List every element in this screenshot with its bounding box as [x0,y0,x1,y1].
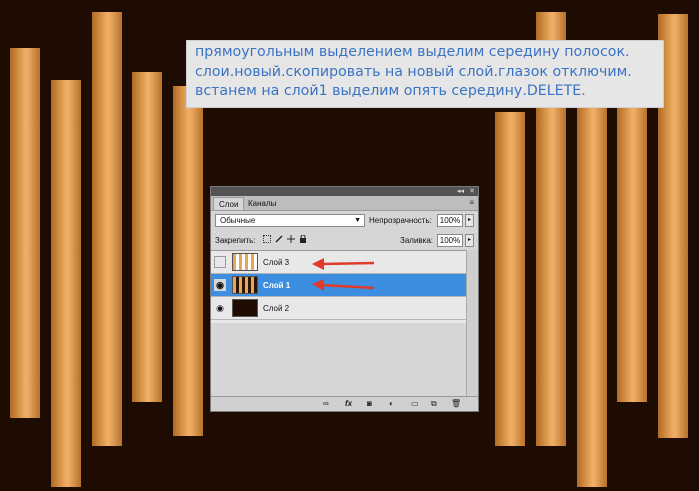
lock-row: Закрепить: Заливка: 100% ▸ [211,232,478,250]
layer-row[interactable]: ◉ Слой 2 [211,297,466,320]
panel-titlebar[interactable]: ◂◂ ✕ [211,187,478,196]
trash-icon[interactable]: 🗑 [451,399,461,409]
stripe [495,112,525,446]
lock-label: Закрепить: [215,236,256,245]
note-line: встанем на слой1 выделим опять середину.… [195,83,586,99]
layer-thumbnail [232,276,258,294]
blend-mode-value: Обычные [220,216,256,225]
mask-icon[interactable]: ◙ [367,399,372,409]
layer-thumbnail [232,253,258,271]
note-line: прямоугольным выделением выделим середин… [195,44,630,60]
layer-name: Слой 1 [263,281,291,290]
stripe [51,80,81,487]
lock-all-icon[interactable] [299,234,307,243]
link-icon[interactable]: ∞ [323,399,329,409]
lock-brush-icon[interactable] [275,235,283,243]
instruction-note: прямоугольным выделением выделим середин… [186,40,664,108]
new-layer-icon[interactable]: ⧉ [431,399,437,409]
panel-bottom-bar: ∞ fx ◙ ◐ ▭ ⧉ 🗑 [211,396,478,411]
opacity-field[interactable]: 100% [437,214,463,227]
layer-name: Слой 2 [263,304,290,313]
stripe [10,48,40,418]
stripe [132,72,162,402]
lock-transparency-icon[interactable] [263,235,271,243]
opacity-label: Непрозрачность: [369,216,432,225]
adjustment-icon[interactable]: ◐ [389,399,394,409]
lock-move-icon[interactable] [287,235,295,243]
fill-stepper[interactable]: ▸ [465,234,474,247]
collapse-icon[interactable]: ◂◂ [457,187,464,196]
arrow-icon [312,279,375,291]
fill-label: Заливка: [400,236,434,245]
stripe [173,86,203,436]
tab-layers[interactable]: Слои [213,197,245,210]
panel-menu-icon[interactable]: ≡ [469,198,474,208]
eye-icon[interactable]: ◉ [214,279,226,291]
fill-field[interactable]: 100% [437,234,463,247]
close-icon[interactable]: ✕ [469,187,475,196]
blend-row: Обычные ▼ Непрозрачность: 100% ▸ [211,210,478,230]
opacity-stepper[interactable]: ▸ [465,214,474,227]
annotation-arrows [312,258,375,291]
stripe [577,104,607,487]
layers-panel: ◂◂ ✕ Слои Каналы ≡ Обычные ▼ Непрозрачно… [210,186,479,412]
arrow-icon [312,258,375,270]
visibility-toggle[interactable] [214,256,226,268]
chevron-down-icon: ▼ [354,217,361,224]
layer-thumbnail [232,299,258,317]
note-line: слои.новый.скопировать на новый слой.гла… [195,63,632,80]
eye-icon[interactable]: ◉ [214,302,226,314]
tab-channels[interactable]: Каналы [243,197,281,210]
layer-name: Слой 3 [263,258,290,267]
stripe [92,12,122,446]
fx-icon[interactable]: fx [345,399,352,409]
layers-scrollbar[interactable] [466,250,478,406]
blend-mode-select[interactable]: Обычные ▼ [215,214,365,227]
panel-tabs: Слои Каналы ≡ [211,196,478,211]
folder-icon[interactable]: ▭ [411,399,419,409]
